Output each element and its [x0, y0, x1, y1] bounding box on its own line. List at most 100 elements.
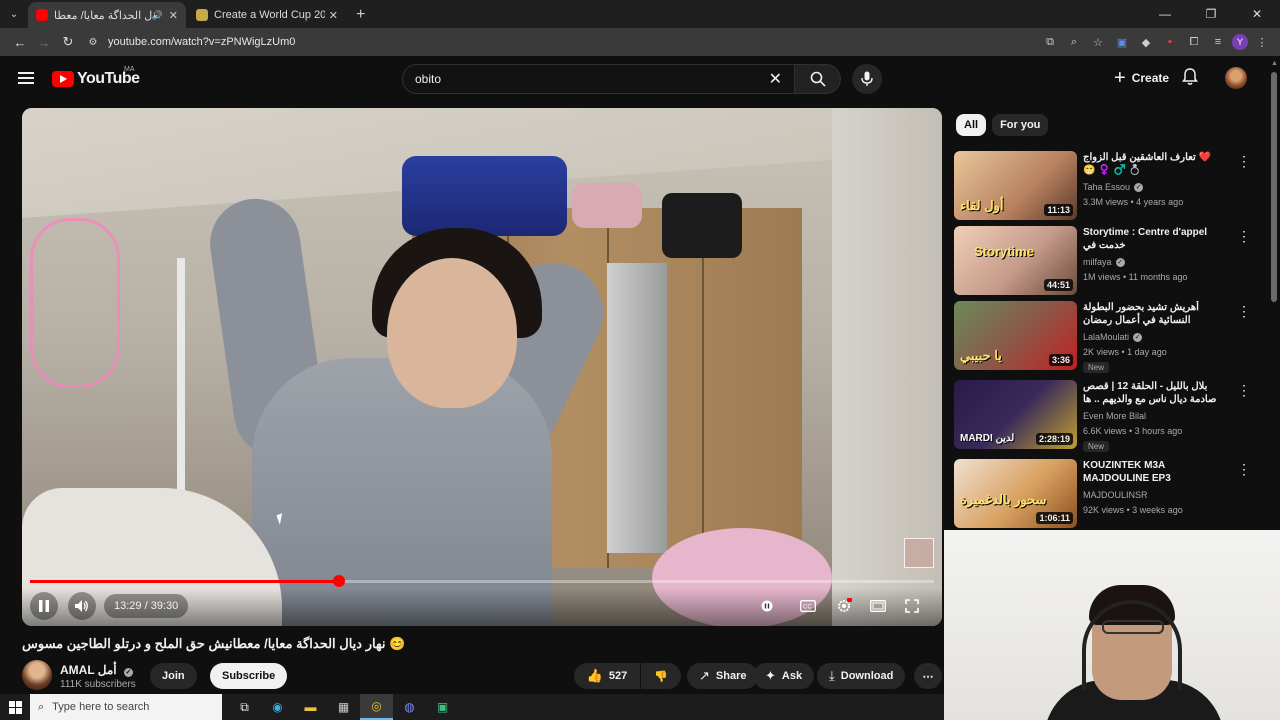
- reading-list-icon[interactable]: ≡: [1208, 30, 1228, 54]
- recommendation-item[interactable]: سحور بالدغميرة 1:06:11 KOUZINTEK M3A MAJ…: [954, 459, 1254, 529]
- discord-icon[interactable]: ◍: [393, 694, 426, 720]
- share-button[interactable]: ↗ Share: [687, 663, 759, 689]
- voice-search-button[interactable]: [852, 64, 882, 94]
- progress-scrubber[interactable]: [332, 575, 345, 587]
- tab-search-icon[interactable]: ⌄: [0, 0, 28, 28]
- recommendation-channel[interactable]: Taha Essou ✓: [1083, 182, 1144, 192]
- extensions-puzzle-icon[interactable]: ⧠: [1184, 30, 1204, 54]
- channel-name[interactable]: AMAL أمل ✓: [60, 663, 133, 677]
- recommendation-channel[interactable]: Even More Bilal: [1083, 411, 1146, 421]
- extension-icon[interactable]: ◆: [1136, 30, 1156, 54]
- reload-icon[interactable]: ↻: [56, 30, 80, 54]
- download-icon: ⤓: [829, 668, 835, 683]
- url-field[interactable]: ⚙ youtube.com/watch?v=zPNWigLzUm0: [86, 31, 296, 53]
- account-avatar[interactable]: [1225, 67, 1247, 89]
- filter-chip-all[interactable]: All: [956, 114, 987, 136]
- more-vertical-icon[interactable]: ⋮: [1237, 461, 1251, 478]
- theater-mode-button[interactable]: [866, 592, 890, 620]
- autoplay-toggle[interactable]: [758, 592, 776, 620]
- like-count: 527: [608, 670, 628, 682]
- search-icon: [810, 71, 826, 87]
- recommendation-item[interactable]: يا حبيبي 3:36 أهريش تشيد بحضور البطولة ا…: [954, 301, 1254, 373]
- page-scrollbar[interactable]: [1271, 72, 1277, 302]
- settings-button[interactable]: [832, 592, 856, 620]
- like-button[interactable]: 👍 527: [574, 663, 640, 689]
- dislike-button[interactable]: 👎: [641, 663, 681, 689]
- speaker-icon[interactable]: 🔊: [152, 10, 163, 21]
- recommendation-item[interactable]: Storytime 44:51 Storytime : Centre d'app…: [954, 226, 1254, 296]
- join-button[interactable]: Join: [150, 663, 197, 689]
- forward-icon[interactable]: →: [32, 30, 56, 54]
- zoom-icon[interactable]: ⌕: [1064, 30, 1084, 54]
- recommendation-thumbnail[interactable]: أول لقاء 11:13: [954, 151, 1077, 220]
- channel-avatar[interactable]: [22, 660, 52, 690]
- video-player[interactable]: 13:29 / 39:30 CC: [22, 108, 942, 626]
- recommendation-title[interactable]: ❤️ تعارف العاشقين قبل الزواج 💍 ♂️ ♀️ 😁: [1083, 151, 1225, 177]
- close-tab-icon[interactable]: ✕: [329, 9, 338, 22]
- profile-avatar[interactable]: Y: [1232, 34, 1248, 50]
- notifications-bell-icon[interactable]: [1182, 68, 1198, 91]
- subscribe-button[interactable]: Subscribe: [210, 663, 288, 689]
- recommendation-thumbnail[interactable]: MARDI لدين 2:28:19: [954, 380, 1077, 449]
- thumbnail-overlay-text: سحور بالدغميرة: [960, 492, 1047, 507]
- bookmark-star-icon[interactable]: ☆: [1088, 30, 1108, 54]
- recommendation-item[interactable]: أول لقاء 11:13 ❤️ تعارف العاشقين قبل الز…: [954, 151, 1254, 221]
- close-window-icon[interactable]: ✕: [1234, 0, 1280, 28]
- filter-chip-for-you[interactable]: For you: [992, 114, 1049, 136]
- task-view-icon[interactable]: ⧉: [228, 694, 261, 720]
- recommendation-thumbnail[interactable]: Storytime 44:51: [954, 226, 1077, 295]
- more-vertical-icon[interactable]: ⋮: [1237, 228, 1251, 245]
- windows-start-icon[interactable]: [0, 694, 30, 720]
- download-button[interactable]: ⤓ Download: [817, 663, 906, 689]
- site-info-icon[interactable]: ⚙: [86, 35, 100, 49]
- tab-world-cup[interactable]: Create a World Cup 2026 jersey ✕: [188, 2, 346, 28]
- recommendation-title[interactable]: Storytime : Centre d'appel خدمت في: [1083, 226, 1225, 252]
- more-actions-button[interactable]: ⋯: [914, 663, 942, 689]
- back-icon[interactable]: ←: [8, 30, 32, 54]
- store-icon[interactable]: ▦: [327, 694, 360, 720]
- app-icon[interactable]: ▣: [426, 694, 459, 720]
- subtitles-button[interactable]: CC: [796, 592, 820, 620]
- recommendation-item[interactable]: MARDI لدين 2:28:19 بلال بالليل - الحلقة …: [954, 380, 1254, 452]
- translate-icon[interactable]: ▣: [1112, 30, 1132, 54]
- extension-red-icon[interactable]: ▪: [1160, 30, 1180, 54]
- pause-button[interactable]: [30, 592, 58, 620]
- youtube-logo[interactable]: YouTube MA: [52, 66, 140, 88]
- clear-search-icon[interactable]: ✕: [769, 69, 782, 89]
- cast-icon[interactable]: ⧉: [1040, 30, 1060, 54]
- recommendation-channel[interactable]: milfaya ✓: [1083, 257, 1125, 267]
- scroll-up-arrow-icon[interactable]: ▲: [1271, 60, 1278, 67]
- edge-browser-icon[interactable]: ◉: [261, 694, 294, 720]
- recommendation-title[interactable]: بلال بالليل - الحلقة 12 | قصص صادمة ديال…: [1083, 380, 1225, 406]
- minimize-icon[interactable]: —: [1142, 0, 1188, 28]
- recommendation-thumbnail[interactable]: يا حبيبي 3:36: [954, 301, 1077, 370]
- recommendation-channel[interactable]: LalaMoulati ✓: [1083, 332, 1143, 342]
- search-input[interactable]: obito ✕: [402, 64, 795, 94]
- more-vertical-icon[interactable]: ⋮: [1237, 303, 1251, 320]
- recommendation-channel[interactable]: MAJDOULINSR: [1083, 490, 1148, 500]
- browser-menu-icon[interactable]: ⋮: [1252, 30, 1272, 54]
- restore-icon[interactable]: ❐: [1188, 0, 1234, 28]
- youtube-header: YouTube MA obito ✕ + Create: [0, 56, 1280, 102]
- recommendation-title[interactable]: أهريش تشيد بحضور البطولة النسائية في أعم…: [1083, 301, 1225, 327]
- more-vertical-icon[interactable]: ⋮: [1237, 153, 1251, 170]
- create-button[interactable]: + Create: [1104, 63, 1179, 93]
- sparkle-icon: ✦: [765, 668, 776, 683]
- fullscreen-button[interactable]: [900, 592, 924, 620]
- menu-icon[interactable]: [18, 72, 34, 84]
- ask-button[interactable]: ✦ Ask: [753, 663, 815, 689]
- recommendation-title[interactable]: KOUZINTEK M3A MAJDOULINE EP3 @Amine.Belg…: [1083, 459, 1225, 485]
- taskbar-search-input[interactable]: ⌕ Type here to search: [30, 694, 222, 720]
- volume-button[interactable]: [68, 592, 96, 620]
- youtube-play-icon: [52, 71, 74, 87]
- tab-youtube-video[interactable]: نهار ديال الحداگة معايا/ معطا 🔊 ✕: [28, 2, 186, 28]
- recommendation-meta: 3.3M views • 4 years ago: [1083, 197, 1184, 207]
- chrome-browser-icon[interactable]: ◎: [360, 694, 393, 720]
- file-explorer-icon[interactable]: ▬: [294, 694, 327, 720]
- new-tab-button[interactable]: +: [348, 2, 373, 28]
- progress-bar[interactable]: [30, 575, 934, 587]
- recommendation-thumbnail[interactable]: سحور بالدغميرة 1:06:11: [954, 459, 1077, 528]
- close-tab-icon[interactable]: ✕: [169, 9, 178, 22]
- more-vertical-icon[interactable]: ⋮: [1237, 382, 1251, 399]
- search-button[interactable]: [795, 64, 841, 94]
